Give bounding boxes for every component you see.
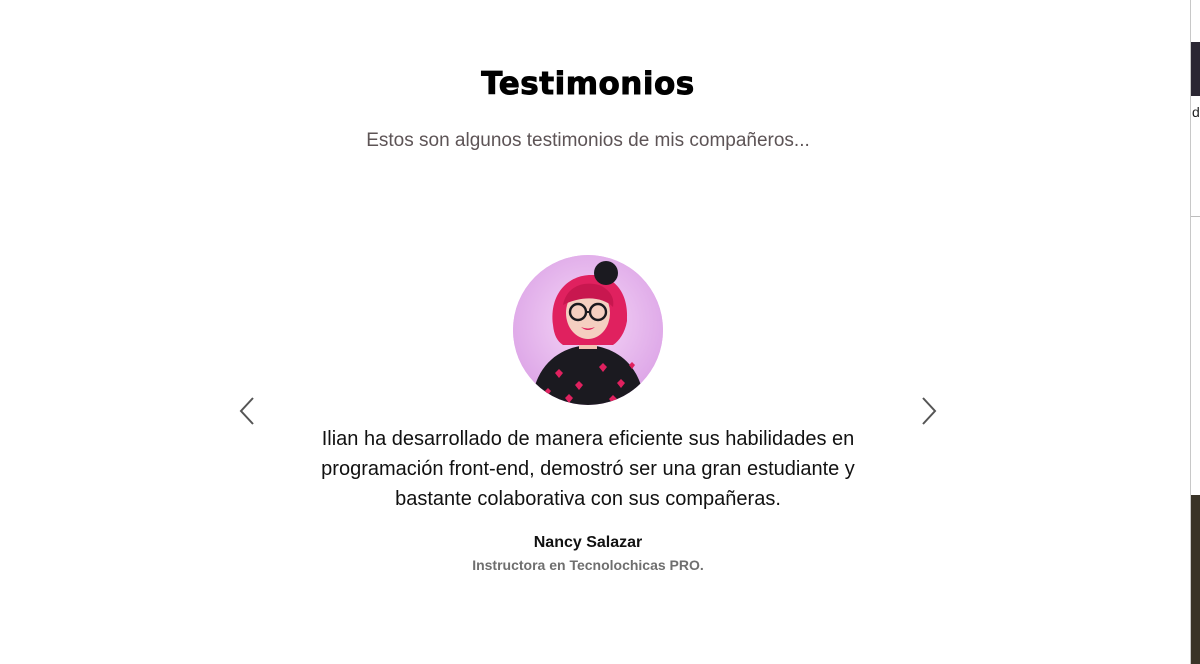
adjacent-window-strip: d <box>1191 0 1200 664</box>
testimonial-quote: Ilian ha desarrollado de manera eficient… <box>321 428 855 510</box>
section-title: Testimonios <box>481 66 695 103</box>
person-photo-avatar <box>513 255 663 405</box>
carousel-prev-button[interactable] <box>233 394 263 428</box>
testimonial-author-name: Nancy Salazar <box>533 534 643 551</box>
adjacent-window-toolbar <box>1191 42 1200 96</box>
section-subtitle: Estos son algunos testimonios de mis com… <box>366 130 810 151</box>
avatar <box>513 255 663 405</box>
testimonial-author-role: Instructora en Tecnolochicas PRO. <box>472 557 704 573</box>
adjacent-window-image <box>1191 495 1200 664</box>
testimonial-carousel: Ilian ha desarrollado de manera eficient… <box>220 230 956 610</box>
testimonials-page: Testimonios Estos son algunos testimonio… <box>0 0 1200 664</box>
chevron-left-icon <box>239 397 254 425</box>
carousel-next-button[interactable] <box>913 394 943 428</box>
chevron-right-icon <box>922 397 937 425</box>
adjacent-window-text: d <box>1192 104 1200 120</box>
adjacent-window-divider <box>1191 216 1200 217</box>
